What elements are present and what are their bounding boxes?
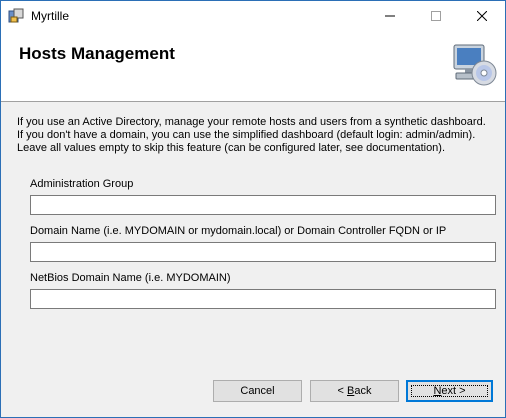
title-bar[interactable]: Myrtille [1,1,505,31]
netbios-domain-name-label: NetBios Domain Name (i.e. MYDOMAIN) [30,272,231,284]
maximize-button[interactable] [413,1,459,31]
back-button-label: < Back [337,385,372,397]
cancel-button-label: Cancel [240,385,275,397]
minimize-icon [385,15,395,17]
domain-name-label: Domain Name (i.e. MYDOMAIN or mydomain.l… [30,225,447,237]
administration-group-label: Administration Group [30,178,134,190]
cancel-button[interactable]: Cancel [213,380,302,402]
close-icon [477,11,487,21]
intro-line: Leave all values empty to skip this feat… [17,142,446,154]
domain-name-input[interactable] [30,242,496,262]
intro-line: If you use an Active Directory, manage y… [17,116,486,128]
back-button[interactable]: < Back [310,380,399,402]
window-title: Myrtille [31,9,69,23]
installer-window: Myrtille Hosts Management If you use an … [0,0,506,418]
administration-group-input[interactable] [30,195,496,215]
installer-app-icon [8,8,24,24]
focus-rectangle [411,385,488,397]
computer-disc-icon [450,43,498,87]
next-button[interactable]: Next > [406,380,493,402]
close-button[interactable] [459,1,505,31]
netbios-domain-name-input[interactable] [30,289,496,309]
maximize-icon [431,11,441,21]
minimize-button[interactable] [367,1,413,31]
page-header: Hosts Management [1,31,505,102]
page-title: Hosts Management [19,44,175,63]
intro-text: If you use an Active Directory, manage y… [17,116,497,155]
intro-line: If you don't have a domain, you can use … [17,129,476,141]
